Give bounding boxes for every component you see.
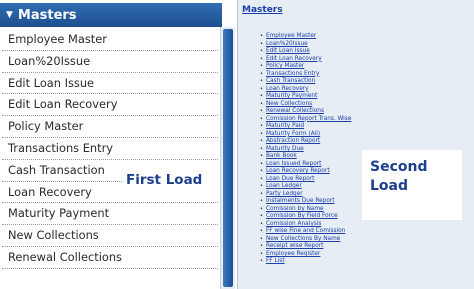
master-link[interactable]: Bank Book (266, 153, 297, 159)
master-link[interactable]: Comission Report Trans. Wise (266, 116, 351, 122)
link-list-item: Comission Report Trans. Wise (260, 116, 380, 124)
second-load-panel: Masters Employee MasterLoan%20IssueEdit … (237, 0, 474, 289)
master-link[interactable]: Receipt wise Report (266, 243, 324, 249)
first-load-annotation: First Load (122, 168, 220, 192)
master-link[interactable]: Renewal Collections (266, 108, 324, 114)
master-link[interactable]: Loan Issued Report (266, 161, 321, 167)
link-list-item: Loan%20Issue (260, 41, 380, 49)
second-load-annotation: Second Load (362, 150, 462, 220)
second-load-line1: Second (370, 159, 428, 175)
master-link[interactable]: Abstraction Report (266, 138, 320, 144)
master-link[interactable]: FF List (266, 258, 285, 264)
menu-item-transactions-entry[interactable]: Transactions Entry (2, 138, 218, 160)
master-link[interactable]: Edit Loan Recovery (266, 56, 322, 62)
link-list-item: Maturity Form (All) (260, 131, 380, 139)
link-list-item: Cash Transaction (260, 78, 380, 86)
link-list-item: Edit Loan Issue (260, 48, 380, 56)
scrollbar-thumb[interactable] (223, 29, 233, 287)
master-link[interactable]: Loan Recovery (266, 86, 309, 92)
menu-item-policy-master[interactable]: Policy Master (2, 116, 218, 138)
master-link[interactable]: Employee Master (266, 33, 316, 39)
link-list-item: Employee Register (260, 251, 380, 259)
menu-item-edit-loan-recovery[interactable]: Edit Loan Recovery (2, 94, 218, 117)
masters-link[interactable]: Masters (242, 5, 283, 15)
master-link[interactable]: Party Ledger (266, 191, 303, 197)
link-list-item: Policy Master (260, 63, 380, 71)
link-list-item: FF wise Fine and Comission (260, 228, 380, 236)
collapse-arrow-icon[interactable]: ▼ (6, 10, 13, 20)
link-list-item: Maturity Payment (260, 93, 380, 101)
master-link[interactable]: Policy Master (266, 63, 304, 69)
master-link[interactable]: Transactions Entry (266, 71, 319, 77)
master-link[interactable]: Instalments Due Report (266, 198, 335, 204)
master-link[interactable]: Comission by Name (266, 206, 324, 212)
link-list-item: New Collections By Name (260, 236, 380, 244)
link-list-item: Transactions Entry (260, 71, 380, 79)
menu-item-employee-master[interactable]: Employee Master (2, 29, 218, 51)
link-list-item: New Collections (260, 101, 380, 109)
link-list-item: FF List (260, 258, 380, 266)
masters-header[interactable]: ▼ Masters (0, 3, 222, 27)
master-link[interactable]: Loan Recovery Report (266, 168, 330, 174)
masters-header-title: Masters (17, 7, 77, 23)
master-link[interactable]: Maturity Paid (266, 123, 304, 129)
masters-menu-list: Employee Master Loan%20Issue Edit Loan I… (2, 29, 218, 289)
menu-item-renewal-collections[interactable]: Renewal Collections (2, 247, 218, 269)
link-list-item: Comission Analysis (260, 221, 380, 229)
master-link[interactable]: Maturity Payment (266, 93, 317, 99)
master-link[interactable]: Cash Transaction (266, 78, 315, 84)
master-link[interactable]: Maturity Due (266, 146, 304, 152)
master-link[interactable]: Loan%20Issue (266, 41, 308, 47)
first-load-panel: ▼ Masters Employee Master Loan%20Issue E… (0, 0, 236, 289)
master-link[interactable]: Edit Loan Issue (266, 48, 310, 54)
menu-item-new-collections[interactable]: New Collections (2, 225, 218, 247)
menu-item-edit-loan-issue[interactable]: Edit Loan Issue (2, 73, 218, 95)
link-list-item: Edit Loan Recovery (260, 56, 380, 64)
master-link[interactable]: Maturity Form (All) (266, 131, 320, 137)
master-link[interactable]: Comission Analysis (266, 221, 321, 227)
master-link[interactable]: New Collections By Name (266, 236, 340, 242)
link-list-item: Loan Recovery (260, 86, 380, 94)
link-list-item: Employee Master (260, 33, 380, 41)
link-list-item: Receipt wise Report (260, 243, 380, 251)
master-link[interactable]: FF wise Fine and Comission (266, 228, 345, 234)
link-list-item: Abstraction Report (260, 138, 380, 146)
second-load-line2: Load (370, 178, 409, 194)
link-list-item: Maturity Paid (260, 123, 380, 131)
master-link[interactable]: Employee Register (266, 251, 320, 257)
link-list-item: Renewal Collections (260, 108, 380, 116)
menu-item-loan-issue[interactable]: Loan%20Issue (2, 51, 218, 73)
master-link[interactable]: New Collections (266, 101, 312, 107)
master-link[interactable]: Loan Ledger (266, 183, 302, 189)
master-link[interactable]: Comission By Field Force (266, 213, 338, 219)
menu-scrollbar[interactable] (220, 27, 235, 289)
master-link[interactable]: Loan Due Report (266, 176, 315, 182)
menu-item-maturity-payment[interactable]: Maturity Payment (2, 203, 218, 226)
